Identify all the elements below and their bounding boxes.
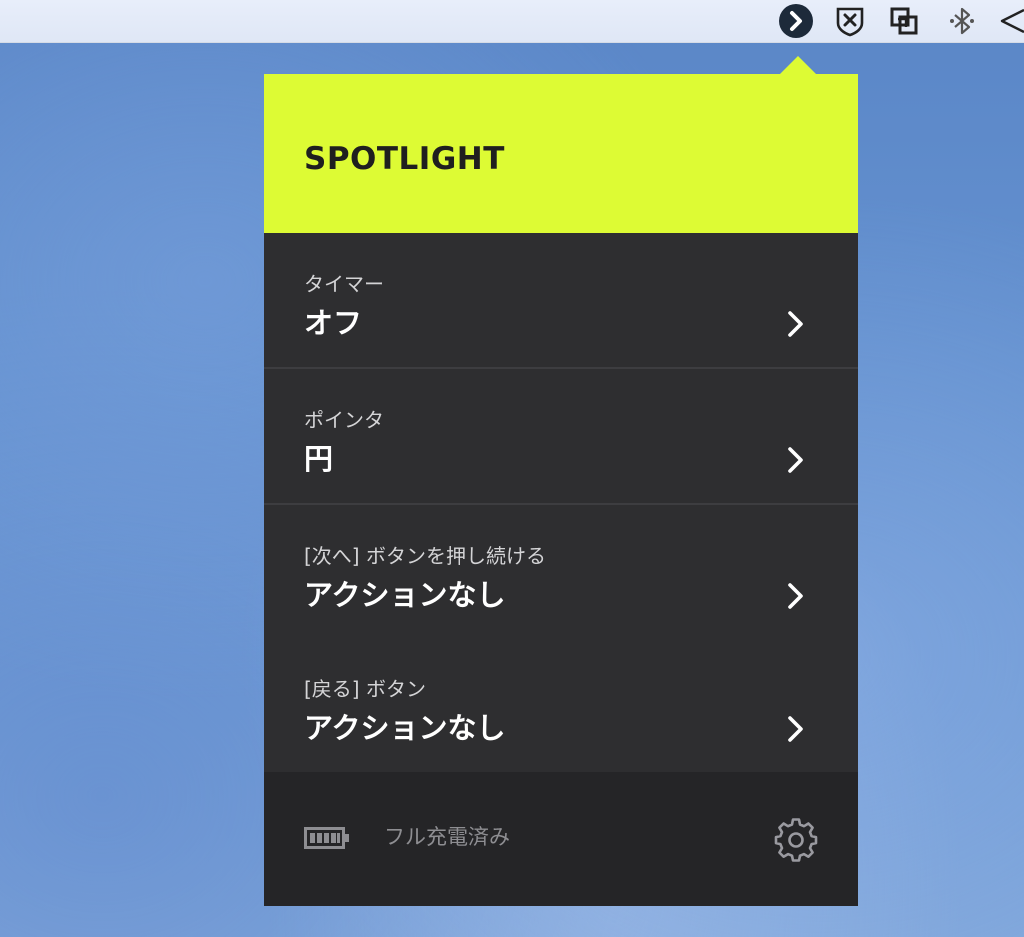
- pointer-setting-value: 円: [304, 442, 334, 476]
- window-switch-icon[interactable]: [886, 3, 922, 39]
- settings-list: タイマー オフ ポインタ 円 [次へ] ボタンを押し続ける アクションなし [戻…: [264, 233, 858, 772]
- pointer-setting-label: ポインタ: [304, 408, 384, 432]
- timer-setting-value: オフ: [304, 306, 363, 340]
- logi-options-icon[interactable]: [778, 3, 814, 39]
- chevron-right-icon: [788, 716, 803, 742]
- pointer-setting-row[interactable]: ポインタ 円: [264, 369, 858, 503]
- menu-bar: [0, 0, 1024, 43]
- chevron-right-icon: [788, 583, 803, 609]
- battery-status-text: フル充電済み: [384, 825, 510, 849]
- shield-close-icon[interactable]: [832, 3, 868, 39]
- next-button-hold-label: [次へ] ボタンを押し続ける: [304, 544, 546, 568]
- popover-pointer: [780, 56, 816, 74]
- next-button-hold-row[interactable]: [次へ] ボタンを押し続ける アクションなし: [264, 505, 858, 639]
- back-button-label: [戻る] ボタン: [304, 677, 426, 701]
- bluetooth-icon[interactable]: [944, 3, 980, 39]
- timer-setting-row[interactable]: タイマー オフ: [264, 233, 858, 367]
- spotlight-popover: SPOTLIGHT タイマー オフ ポインタ 円 [次へ] ボタンを押し続ける …: [264, 56, 858, 906]
- chevron-right-icon: [788, 447, 803, 473]
- back-button-row[interactable]: [戻る] ボタン アクションなし: [264, 638, 858, 772]
- chevron-right-icon: [788, 311, 803, 337]
- wifi-icon[interactable]: [998, 3, 1024, 39]
- back-button-value: アクションなし: [304, 711, 506, 745]
- device-title: SPOTLIGHT: [304, 141, 505, 177]
- popover-footer: フル充電済み: [264, 772, 858, 906]
- gear-icon[interactable]: [774, 818, 818, 862]
- popover-header: SPOTLIGHT: [264, 74, 858, 233]
- battery-full-icon: [304, 827, 349, 849]
- timer-setting-label: タイマー: [304, 272, 384, 296]
- next-button-hold-value: アクションなし: [304, 578, 506, 612]
